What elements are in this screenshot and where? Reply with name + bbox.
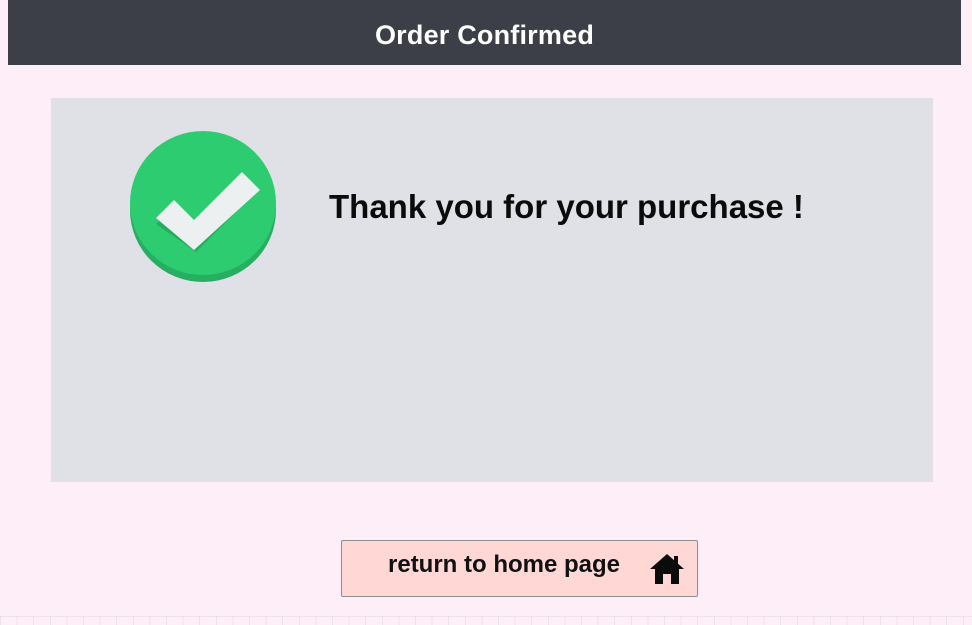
page-title: Order Confirmed xyxy=(374,20,595,50)
return-home-button[interactable]: return to home page xyxy=(341,540,698,597)
check-circle-icon xyxy=(130,131,276,282)
order-confirmed-page: Order Confirmed Thank you for your purch… xyxy=(0,0,972,625)
home-icon xyxy=(650,554,684,584)
return-home-label: return to home page xyxy=(388,551,621,578)
confirmation-panel: Thank you for your purchase ! xyxy=(51,98,933,482)
header-bar: Order Confirmed xyxy=(8,0,961,65)
bottom-ruler xyxy=(0,616,972,625)
thank-you-message: Thank you for your purchase ! xyxy=(329,188,804,225)
